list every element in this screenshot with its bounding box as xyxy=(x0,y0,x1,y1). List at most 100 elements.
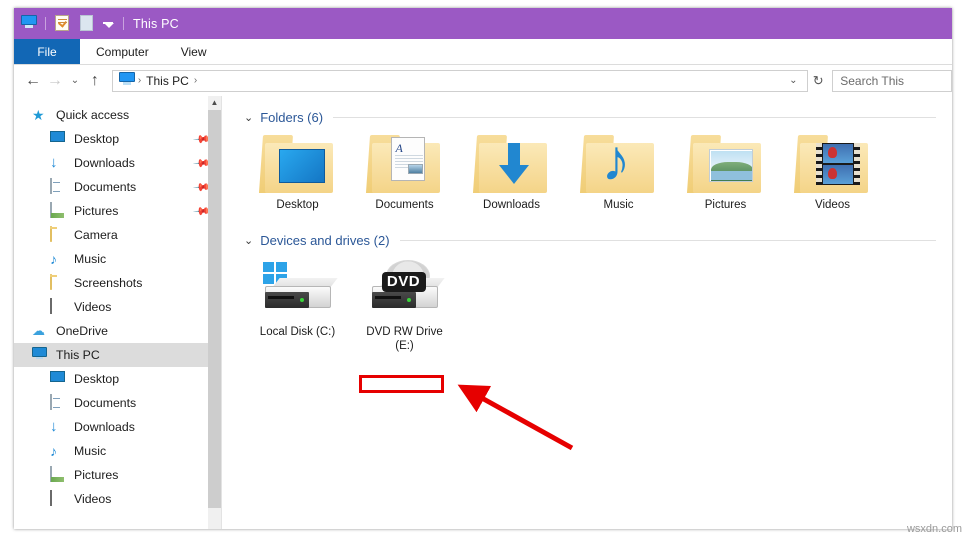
sidebar-item-this-pc[interactable]: This PC xyxy=(14,343,221,367)
tile-label: Desktop xyxy=(276,199,319,211)
chevron-down-icon[interactable]: ⌄ xyxy=(244,111,253,124)
navigation-pane: ★ Quick access Desktop 📌 ↓ Downloads 📌 Document… xyxy=(14,96,222,529)
address-input[interactable]: › This PC › ⌄ xyxy=(111,69,809,92)
sidebar-item-videos[interactable]: Videos xyxy=(14,487,221,511)
videos-icon xyxy=(50,490,67,507)
sidebar-item-label: Pictures xyxy=(74,468,119,482)
sidebar-item-music[interactable]: ♪ Music xyxy=(14,247,221,271)
folder-documents-icon: A xyxy=(365,133,444,195)
sidebar-item-desktop[interactable]: Desktop 📌 xyxy=(14,127,221,151)
sidebar-item-desktop[interactable]: Desktop xyxy=(14,367,221,391)
downloads-icon: ↓ xyxy=(50,154,58,171)
sidebar-item-label: Music xyxy=(74,252,107,266)
pictures-icon xyxy=(50,202,67,219)
address-bar-row: ← → ⌄ ↑ › This PC › ⌄ ↻ Search This xyxy=(14,65,952,96)
breadcrumb-separator-2[interactable]: › xyxy=(192,75,199,86)
sidebar-item-downloads[interactable]: ↓ Downloads 📌 xyxy=(14,151,221,175)
tile-label: Videos xyxy=(815,199,850,211)
tab-computer[interactable]: Computer xyxy=(80,39,165,64)
sidebar-item-videos[interactable]: Videos xyxy=(14,295,221,319)
sidebar-item-pictures[interactable]: Pictures xyxy=(14,463,221,487)
up-button[interactable]: ↑ xyxy=(84,72,106,89)
chevron-down-icon[interactable]: ⌄ xyxy=(244,234,253,247)
tile-label-line1: DVD RW Drive xyxy=(366,326,443,338)
search-input[interactable]: Search This xyxy=(832,69,952,92)
sidebar-item-label: Desktop xyxy=(74,132,120,146)
tile-documents[interactable]: A Documents xyxy=(351,133,458,212)
this-pc-icon xyxy=(32,347,49,363)
sidebar-item-documents[interactable]: Documents xyxy=(14,391,221,415)
sidebar-item-label: Downloads xyxy=(74,156,135,170)
folders-tile-row: Desktop A Documents Downloads ♪ Music Pi… xyxy=(244,132,952,212)
dvd-badge: DVD xyxy=(381,272,426,292)
breadcrumb-this-pc[interactable]: This PC xyxy=(143,74,192,88)
tile-pictures[interactable]: Pictures xyxy=(672,133,779,212)
group-header-devices[interactable]: ⌄ Devices and drives (2) xyxy=(244,233,952,248)
recent-locations-button[interactable]: ⌄ xyxy=(66,75,84,86)
customize-caret-icon[interactable] xyxy=(104,23,114,28)
back-button[interactable]: ← xyxy=(22,72,44,89)
desktop-icon xyxy=(50,131,67,147)
tile-label: Pictures xyxy=(704,199,747,211)
refresh-icon[interactable]: ↻ xyxy=(808,73,828,89)
tile-downloads[interactable]: Downloads xyxy=(458,133,565,212)
videos-icon xyxy=(50,298,67,315)
sidebar-item-documents[interactable]: Documents 📌 xyxy=(14,175,221,199)
tile-music[interactable]: ♪ Music xyxy=(565,132,672,212)
folder-videos-icon xyxy=(793,133,872,195)
sidebar-item-pictures[interactable]: Pictures 📌 xyxy=(14,199,221,223)
tile-label: Local Disk (C:) xyxy=(259,326,336,338)
sidebar-item-screenshots[interactable]: Screenshots xyxy=(14,271,221,295)
music-icon: ♪ xyxy=(50,251,57,267)
sidebar-item-label: Desktop xyxy=(74,372,120,386)
sidebar-item-music[interactable]: ♪ Music xyxy=(14,439,221,463)
desktop-icon xyxy=(50,371,67,387)
address-dropdown-icon[interactable]: ⌄ xyxy=(783,75,803,86)
sidebar-item-downloads[interactable]: ↓ Downloads xyxy=(14,415,221,439)
sidebar-item-label: Documents xyxy=(74,396,137,410)
dvd-drive-icon: DVD xyxy=(366,260,445,322)
nav-scroll-up-icon[interactable]: ▲ xyxy=(208,96,221,110)
sidebar-item-label: Camera xyxy=(74,228,118,242)
tab-view[interactable]: View xyxy=(165,39,223,64)
downloads-icon: ↓ xyxy=(50,418,58,435)
content-pane: ⌄ Folders (6) Desktop A Documents Downlo… xyxy=(222,96,952,529)
group-rule xyxy=(333,117,936,118)
folder-icon xyxy=(50,226,67,243)
sidebar-item-quick-access[interactable]: ★ Quick access xyxy=(14,103,221,127)
sidebar-item-camera[interactable]: Camera xyxy=(14,223,221,247)
this-pc-icon xyxy=(21,15,38,32)
folder-icon xyxy=(50,274,67,291)
breadcrumb-this-pc-icon xyxy=(118,72,136,89)
tile-desktop[interactable]: Desktop xyxy=(244,133,351,212)
group-title-devices: Devices and drives (2) xyxy=(260,233,390,248)
sidebar-item-label: Screenshots xyxy=(74,276,143,290)
sidebar-item-label: Quick access xyxy=(56,108,130,122)
sidebar-item-label: Music xyxy=(74,444,107,458)
tile-label: Documents xyxy=(375,199,434,211)
group-title-folders: Folders (6) xyxy=(260,110,324,125)
tile-videos[interactable]: Videos xyxy=(779,133,886,212)
devices-tile-row: Local Disk (C:) DVD DVD RW Drive (E:) xyxy=(244,260,952,353)
qat-divider-2 xyxy=(123,17,124,30)
tile-local-disk[interactable]: Local Disk (C:) xyxy=(244,260,351,353)
forward-button[interactable]: → xyxy=(44,72,66,89)
new-folder-icon[interactable] xyxy=(80,15,97,32)
local-disk-icon xyxy=(259,260,338,322)
tab-file[interactable]: File xyxy=(14,39,80,64)
group-header-folders[interactable]: ⌄ Folders (6) xyxy=(244,110,952,125)
sidebar-item-label: Downloads xyxy=(74,420,135,434)
properties-icon[interactable] xyxy=(55,15,72,32)
nav-scroll-thumb[interactable] xyxy=(208,110,221,508)
star-icon: ★ xyxy=(32,107,45,123)
screen: This PC File Computer View ← → ⌄ ↑ › Thi… xyxy=(0,0,968,537)
tile-dvd-drive[interactable]: DVD DVD RW Drive (E:) xyxy=(351,260,458,353)
tile-label-line2: (E:) xyxy=(395,340,414,352)
nav-scrollbar[interactable]: ▲ xyxy=(208,96,221,529)
sidebar-item-onedrive[interactable]: ☁ OneDrive xyxy=(14,319,221,343)
title-bar: This PC xyxy=(14,8,952,39)
folder-music-icon: ♪ xyxy=(579,132,658,195)
music-icon: ♪ xyxy=(50,443,57,459)
cloud-icon: ☁ xyxy=(32,323,45,338)
explorer-window: This PC File Computer View ← → ⌄ ↑ › Thi… xyxy=(14,8,952,529)
